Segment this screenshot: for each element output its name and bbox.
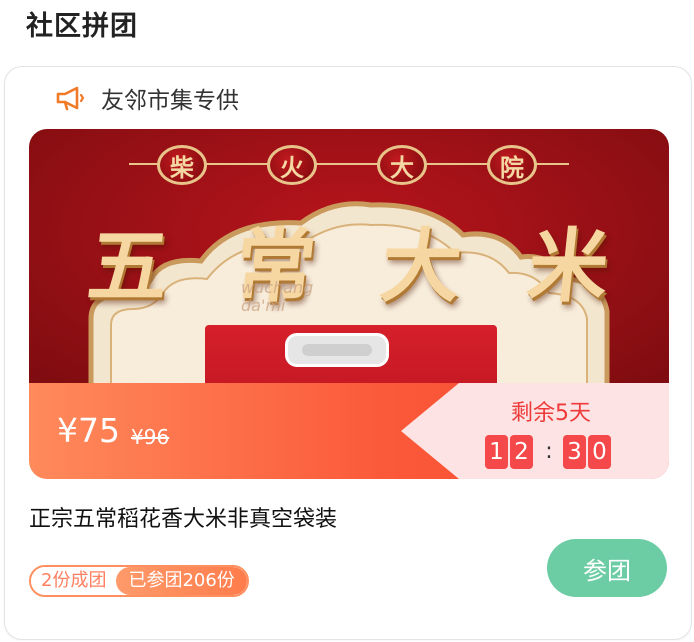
pinyin-line: wuchang (241, 278, 314, 297)
original-price: ¥96 (131, 425, 170, 449)
product-banner-image[interactable]: 柴 火 大 院 五 常 大 米 wuchang da'mi (29, 129, 669, 383)
join-group-button[interactable]: 参团 (547, 539, 667, 597)
pinyin-line: da'mi (241, 296, 286, 315)
banner-pinyin: wuchang da'mi (241, 279, 361, 315)
banner-title-char: 米 (523, 219, 614, 313)
brand-char: 大 (377, 145, 427, 185)
countdown-label: 剩余5天 (511, 401, 591, 426)
bag-handle-hole (302, 344, 372, 356)
section-title: 社区拼团 (26, 11, 138, 42)
countdown-digit: 0 (588, 435, 611, 469)
banner-title-char: 大 (376, 219, 467, 313)
group-min-tag: 2份成团 (31, 567, 117, 595)
countdown-timer: 1 2 : 3 0 (485, 435, 613, 469)
group-status-badge: 2份成团 已参团206份 (29, 565, 249, 597)
countdown-digit: 3 (563, 435, 586, 469)
brand-char: 火 (267, 145, 317, 185)
bag-handle (285, 333, 389, 367)
brand-row: 柴 火 大 院 (129, 143, 569, 187)
banner-title-char: 五 (83, 219, 174, 313)
card-header: 友邻市集专供 (55, 83, 239, 114)
countdown-separator: : (545, 439, 553, 464)
product-name[interactable]: 正宗五常稻花香大米非真空袋装 (29, 501, 337, 533)
brand-char: 院 (487, 145, 537, 185)
megaphone-icon (55, 85, 87, 111)
card-header-label: 友邻市集专供 (101, 88, 239, 114)
price-bar: ¥75 ¥96 剩余5天 1 2 : 3 0 (29, 383, 669, 479)
group-joined-tag: 已参团206份 (116, 567, 247, 595)
brand-char: 柴 (157, 145, 207, 185)
countdown-digit: 1 (485, 435, 508, 469)
countdown-digit: 2 (510, 435, 533, 469)
group-buy-card[interactable]: 友邻市集专供 柴 火 大 院 五 常 大 米 wuchang da'mi ¥75… (4, 66, 692, 640)
rice-bag-illustration (205, 325, 497, 383)
current-price: ¥75 (57, 411, 120, 450)
